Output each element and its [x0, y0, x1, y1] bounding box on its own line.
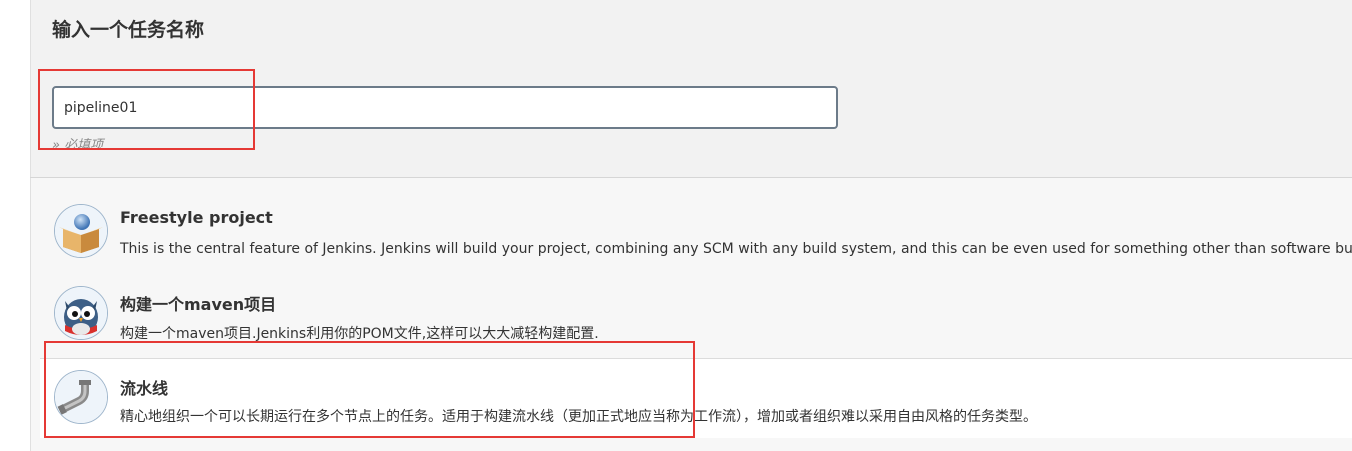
page-title: 输入一个任务名称	[52, 19, 205, 41]
maven-owl-icon	[54, 286, 108, 340]
freestyle-box-icon	[54, 204, 108, 258]
job-type-title: 流水线	[120, 379, 169, 398]
job-type-description: 精心地组织一个可以长期运行在多个节点上的任务。适用于构建流水线（更加正式地应当称…	[120, 409, 1037, 425]
item-name-input[interactable]	[52, 86, 838, 129]
job-type-title: 构建一个maven项目	[120, 295, 277, 314]
required-hint: » 必填项	[52, 138, 104, 153]
job-type-freestyle[interactable]: Freestyle project This is the central fe…	[40, 190, 1352, 270]
pipeline-icon	[54, 370, 108, 424]
job-type-pipeline[interactable]: 流水线 精心地组织一个可以长期运行在多个节点上的任务。适用于构建流水线（更加正式…	[40, 358, 1352, 438]
job-type-description: This is the central feature of Jenkins. …	[120, 241, 1352, 257]
job-type-maven[interactable]: 构建一个maven项目 构建一个maven项目.Jenkins利用你的POM文件…	[40, 272, 1352, 356]
left-margin	[0, 0, 30, 451]
job-type-title: Freestyle project	[120, 208, 273, 227]
job-type-description: 构建一个maven项目.Jenkins利用你的POM文件,这样可以大大减轻构建配…	[120, 326, 599, 342]
